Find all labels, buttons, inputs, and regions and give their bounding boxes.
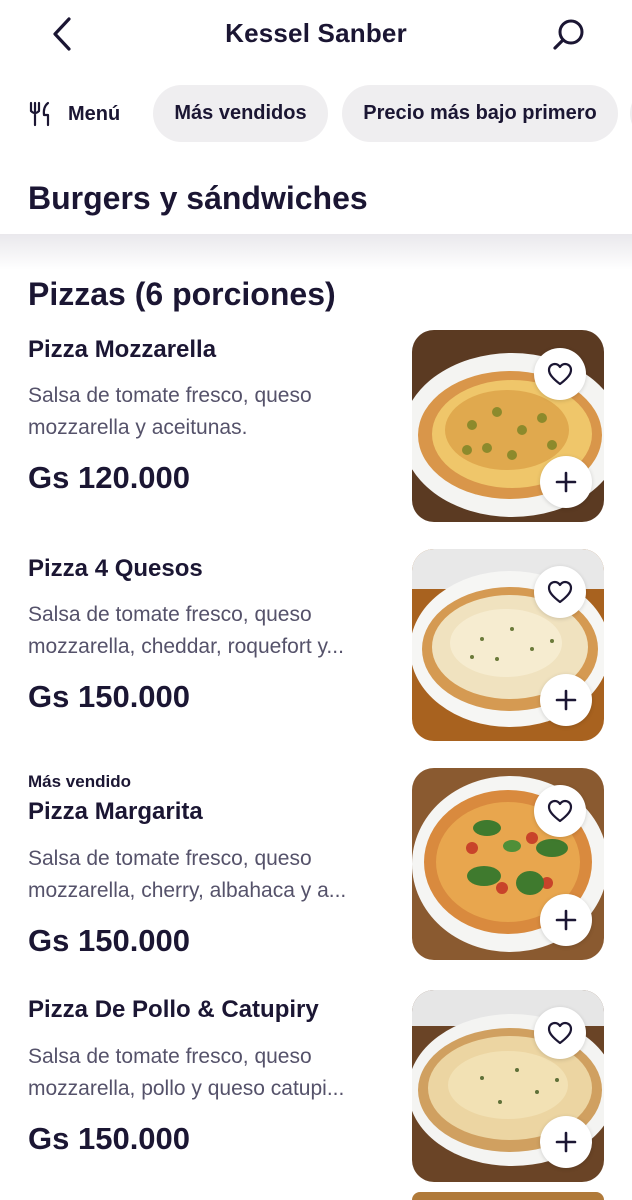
add-button[interactable] [540,1116,592,1168]
menu-button[interactable]: Menú [28,92,120,136]
item-description-line: mozzarella, pollo y queso catupi... [28,1077,345,1100]
favorite-button[interactable] [534,785,586,837]
header-shadow [0,234,632,270]
item-price: Gs 150.000 [28,923,191,958]
item-description-line: Salsa de tomate fresco, queso [28,1045,312,1068]
item-price: Gs 150.000 [28,679,191,714]
top-bar: Kessel Sanber [0,0,632,68]
item-description-line: mozzarella, cherry, albahaca y a... [28,879,347,902]
filter-bar: Menú Más vendidos Precio más bajo primer… [0,84,632,144]
best-seller-badge: Más vendido [28,772,131,791]
favorite-button[interactable] [534,348,586,400]
plus-icon [555,1131,577,1153]
heart-icon [547,362,573,386]
chip-precio-mas-bajo[interactable]: Precio más bajo primero [342,85,618,142]
add-button[interactable] [540,894,592,946]
item-price: Gs 120.000 [28,460,191,495]
item-description-line: Salsa de tomate fresco, queso [28,384,312,407]
heart-icon [547,799,573,823]
add-button[interactable] [540,456,592,508]
page-title: Kessel Sanber [225,18,407,48]
item-name: Pizza 4 Quesos [28,555,203,582]
category-title: Burgers y sándwiches [28,180,368,216]
item-name: Pizza Margarita [28,798,203,825]
item-name: Pizza De Pollo & Catupiry [28,996,319,1023]
search-icon [553,19,584,50]
search-button[interactable] [546,12,592,58]
item-description-line: mozzarella, cheddar, roquefort y... [28,635,344,658]
item-description: Salsa de tomate fresco, queso mozzarella… [28,380,388,444]
fork-knife-icon [29,101,50,127]
add-button[interactable] [540,674,592,726]
item-name: Pizza Mozzarella [28,336,217,363]
plus-icon [555,689,577,711]
item-description: Salsa de tomate fresco, queso mozzarella… [28,599,388,663]
menu-label: Menú [68,102,121,125]
chip-mas-vendidos[interactable]: Más vendidos [153,85,328,142]
item-description-line: Salsa de tomate fresco, queso [28,847,312,870]
favorite-button[interactable] [534,1007,586,1059]
heart-icon [547,580,573,604]
item-description-line: mozzarella y aceitunas. [28,416,248,439]
plus-icon [555,909,577,931]
favorite-button[interactable] [534,566,586,618]
category-header[interactable]: Burgers y sándwiches [0,168,632,236]
next-item-image[interactable] [412,1192,604,1200]
item-description-line: Salsa de tomate fresco, queso [28,603,312,626]
section-title: Pizzas (6 porciones) [28,276,336,312]
item-description: Salsa de tomate fresco, queso mozzarella… [28,843,388,907]
item-description: Salsa de tomate fresco, queso mozzarella… [28,1041,388,1105]
plus-icon [555,471,577,493]
heart-icon [547,1021,573,1045]
item-price: Gs 150.000 [28,1121,191,1156]
